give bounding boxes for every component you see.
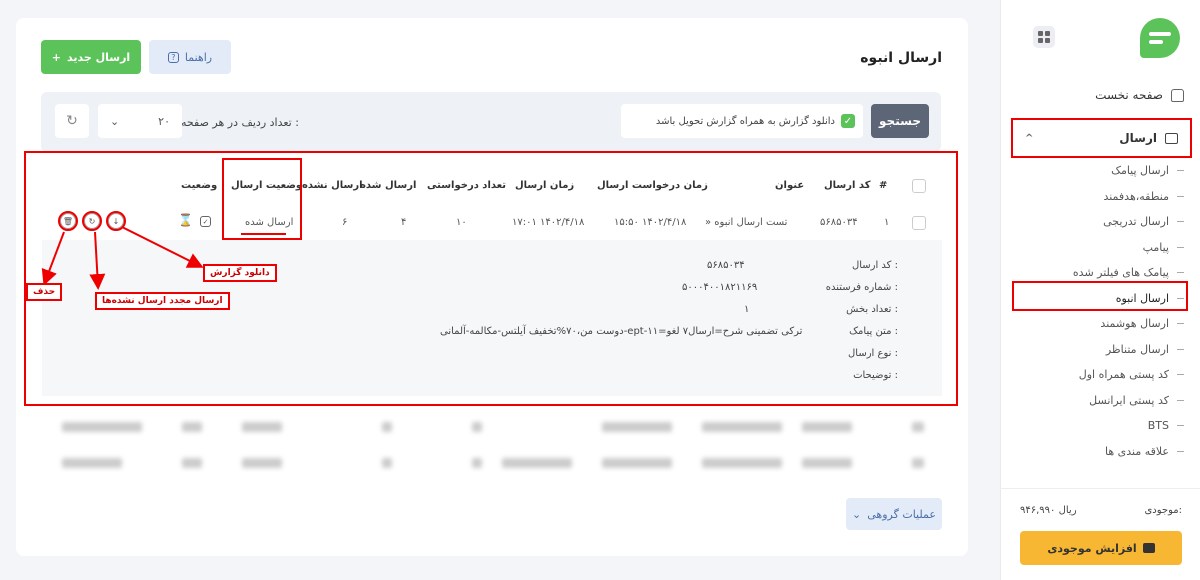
annotation-highlight-box	[24, 151, 958, 406]
group-operations-button[interactable]: ⌄ عملیات گروهی	[846, 498, 942, 530]
submenu-item[interactable]: ارسال هوشمند	[1014, 311, 1184, 337]
callout-download-report: دانلود گزارش	[203, 264, 277, 282]
submenu-item[interactable]: ارسال تدریجی	[1014, 209, 1184, 235]
send-submenu: ارسال پیامک منطقه،هدفمند ارسال تدریجی پی…	[1014, 158, 1184, 464]
question-icon: ?	[167, 51, 179, 63]
table-row	[42, 449, 942, 479]
submenu-item[interactable]: پیامپ	[1014, 235, 1184, 261]
sidebar-item-home[interactable]: صفحه نخست	[1014, 88, 1184, 102]
filter-toolbar: جستجو ✓ دانلود گزارش به همراه گزارش تحوی…	[41, 92, 941, 152]
refresh-icon[interactable]: ↻	[55, 104, 89, 138]
page-title: ارسال انبوه	[860, 50, 942, 66]
wallet-icon	[1142, 543, 1155, 553]
help-button[interactable]: ? راهنما	[149, 40, 231, 74]
submenu-item[interactable]: ارسال پیامک	[1014, 158, 1184, 184]
balance: موجودی: ۹۴۶,۹۹۰ ریال	[1020, 505, 1182, 516]
divider	[1000, 488, 1200, 489]
balance-value: ۹۴۶,۹۹۰ ریال	[1020, 505, 1077, 516]
submenu-item[interactable]: ارسال متناظر	[1014, 337, 1184, 363]
topup-button[interactable]: افزایش موجودی	[1020, 531, 1182, 565]
submenu-item[interactable]: کد پستی ایرانسل	[1014, 388, 1184, 414]
table-row	[42, 413, 942, 443]
download-report-checkbox[interactable]: ✓ دانلود گزارش به همراه گزارش تحویل باشد	[621, 104, 863, 138]
submenu-item[interactable]: BTS	[1014, 413, 1184, 439]
apps-grid-icon[interactable]	[1033, 26, 1055, 48]
plus-icon: +	[51, 50, 61, 64]
logo-icon	[1140, 18, 1180, 58]
rows-per-page-label: تعداد ردیف در هر صفحه :	[181, 116, 299, 129]
rows-per-page-select[interactable]: ⌄ ۲۰	[98, 104, 182, 138]
sidebar-item-send[interactable]: ارسال ^	[1011, 118, 1192, 158]
callout-resend: ارسال مجدد ارسال نشده‌ها	[95, 292, 230, 310]
callout-delete: حذف	[26, 283, 63, 301]
submenu-item[interactable]: کد پستی همراه اول	[1014, 362, 1184, 388]
check-icon: ✓	[841, 114, 855, 128]
message-icon	[1165, 132, 1178, 144]
sidebar-item-label: صفحه نخست	[1095, 88, 1163, 102]
annotation-highlight-box	[222, 158, 302, 240]
submenu-item[interactable]: منطقه،هدفمند	[1014, 184, 1184, 210]
search-button[interactable]: جستجو	[871, 104, 929, 138]
submenu-item[interactable]: علاقه مندی ها	[1014, 439, 1184, 465]
annotation-highlight-box	[1012, 281, 1188, 311]
chevron-up-icon: ^	[1025, 132, 1034, 144]
chevron-down-icon: ⌄	[852, 507, 862, 521]
sidebar: صفحه نخست ارسال ^ ارسال پیامک منطقه،هدفم…	[1000, 0, 1200, 580]
sidebar-item-label: ارسال	[1119, 131, 1157, 145]
chevron-down-icon: ⌄	[110, 114, 120, 128]
new-send-button[interactable]: + ارسال جدید	[41, 40, 141, 74]
home-icon	[1171, 88, 1184, 102]
